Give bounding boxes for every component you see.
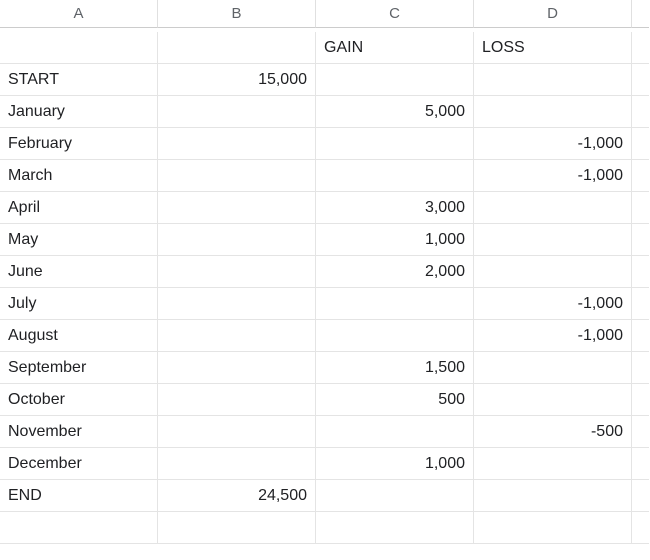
cell-D5[interactable]: -1,000 bbox=[474, 160, 632, 192]
cell-C15[interactable] bbox=[316, 480, 474, 512]
cell-D6[interactable] bbox=[474, 192, 632, 224]
cell-D12[interactable] bbox=[474, 384, 632, 416]
cell-stub-15 bbox=[632, 480, 649, 512]
cell-C2[interactable] bbox=[316, 64, 474, 96]
cell-A4[interactable]: February bbox=[0, 128, 158, 160]
cell-B15[interactable]: 24,500 bbox=[158, 480, 316, 512]
cell-A15[interactable]: END bbox=[0, 480, 158, 512]
cell-stub-9 bbox=[632, 288, 649, 320]
cell-C12[interactable]: 500 bbox=[316, 384, 474, 416]
cell-stub-13 bbox=[632, 416, 649, 448]
cell-B16[interactable] bbox=[158, 512, 316, 544]
cell-B3[interactable] bbox=[158, 96, 316, 128]
cell-C7[interactable]: 1,000 bbox=[316, 224, 474, 256]
cell-stub-10 bbox=[632, 320, 649, 352]
cell-B2[interactable]: 15,000 bbox=[158, 64, 316, 96]
cell-stub-8 bbox=[632, 256, 649, 288]
cell-stub-11 bbox=[632, 352, 649, 384]
cell-A5[interactable]: March bbox=[0, 160, 158, 192]
col-header-stub bbox=[632, 0, 649, 28]
col-header-B[interactable]: B bbox=[158, 0, 316, 28]
cell-stub-12 bbox=[632, 384, 649, 416]
cell-C4[interactable] bbox=[316, 128, 474, 160]
cell-stub-16 bbox=[632, 512, 649, 544]
cell-B12[interactable] bbox=[158, 384, 316, 416]
cell-D15[interactable] bbox=[474, 480, 632, 512]
cell-B13[interactable] bbox=[158, 416, 316, 448]
spreadsheet-grid[interactable]: A B C D GAIN LOSS START 15,000 January 5… bbox=[0, 0, 650, 544]
cell-stub-3 bbox=[632, 96, 649, 128]
cell-B4[interactable] bbox=[158, 128, 316, 160]
cell-B8[interactable] bbox=[158, 256, 316, 288]
cell-stub-7 bbox=[632, 224, 649, 256]
col-header-D[interactable]: D bbox=[474, 0, 632, 28]
cell-B5[interactable] bbox=[158, 160, 316, 192]
cell-A14[interactable]: December bbox=[0, 448, 158, 480]
cell-A6[interactable]: April bbox=[0, 192, 158, 224]
col-header-A[interactable]: A bbox=[0, 0, 158, 28]
cell-D7[interactable] bbox=[474, 224, 632, 256]
cell-D9[interactable]: -1,000 bbox=[474, 288, 632, 320]
col-header-C[interactable]: C bbox=[316, 0, 474, 28]
cell-C1[interactable]: GAIN bbox=[316, 32, 474, 64]
cell-stub-14 bbox=[632, 448, 649, 480]
cell-stub-6 bbox=[632, 192, 649, 224]
cell-D3[interactable] bbox=[474, 96, 632, 128]
cell-D11[interactable] bbox=[474, 352, 632, 384]
cell-C3[interactable]: 5,000 bbox=[316, 96, 474, 128]
cell-A12[interactable]: October bbox=[0, 384, 158, 416]
cell-C5[interactable] bbox=[316, 160, 474, 192]
cell-D4[interactable]: -1,000 bbox=[474, 128, 632, 160]
cell-A11[interactable]: September bbox=[0, 352, 158, 384]
cell-stub-4 bbox=[632, 128, 649, 160]
cell-C9[interactable] bbox=[316, 288, 474, 320]
cell-D14[interactable] bbox=[474, 448, 632, 480]
cell-D10[interactable]: -1,000 bbox=[474, 320, 632, 352]
cell-A9[interactable]: July bbox=[0, 288, 158, 320]
cell-A13[interactable]: November bbox=[0, 416, 158, 448]
cell-A16[interactable] bbox=[0, 512, 158, 544]
cell-C10[interactable] bbox=[316, 320, 474, 352]
cell-A2[interactable]: START bbox=[0, 64, 158, 96]
cell-stub-1 bbox=[632, 32, 649, 64]
cell-D8[interactable] bbox=[474, 256, 632, 288]
cell-A3[interactable]: January bbox=[0, 96, 158, 128]
cell-B9[interactable] bbox=[158, 288, 316, 320]
cell-stub-5 bbox=[632, 160, 649, 192]
cell-D13[interactable]: -500 bbox=[474, 416, 632, 448]
cell-B14[interactable] bbox=[158, 448, 316, 480]
cell-B1[interactable] bbox=[158, 32, 316, 64]
cell-C16[interactable] bbox=[316, 512, 474, 544]
cell-stub-2 bbox=[632, 64, 649, 96]
cell-A1[interactable] bbox=[0, 32, 158, 64]
cell-D16[interactable] bbox=[474, 512, 632, 544]
cell-C11[interactable]: 1,500 bbox=[316, 352, 474, 384]
cell-B6[interactable] bbox=[158, 192, 316, 224]
cell-C6[interactable]: 3,000 bbox=[316, 192, 474, 224]
cell-A7[interactable]: May bbox=[0, 224, 158, 256]
cell-A10[interactable]: August bbox=[0, 320, 158, 352]
cell-C14[interactable]: 1,000 bbox=[316, 448, 474, 480]
cell-D1[interactable]: LOSS bbox=[474, 32, 632, 64]
cell-B11[interactable] bbox=[158, 352, 316, 384]
cell-D2[interactable] bbox=[474, 64, 632, 96]
cell-A8[interactable]: June bbox=[0, 256, 158, 288]
cell-B10[interactable] bbox=[158, 320, 316, 352]
cell-C13[interactable] bbox=[316, 416, 474, 448]
cell-B7[interactable] bbox=[158, 224, 316, 256]
cell-C8[interactable]: 2,000 bbox=[316, 256, 474, 288]
